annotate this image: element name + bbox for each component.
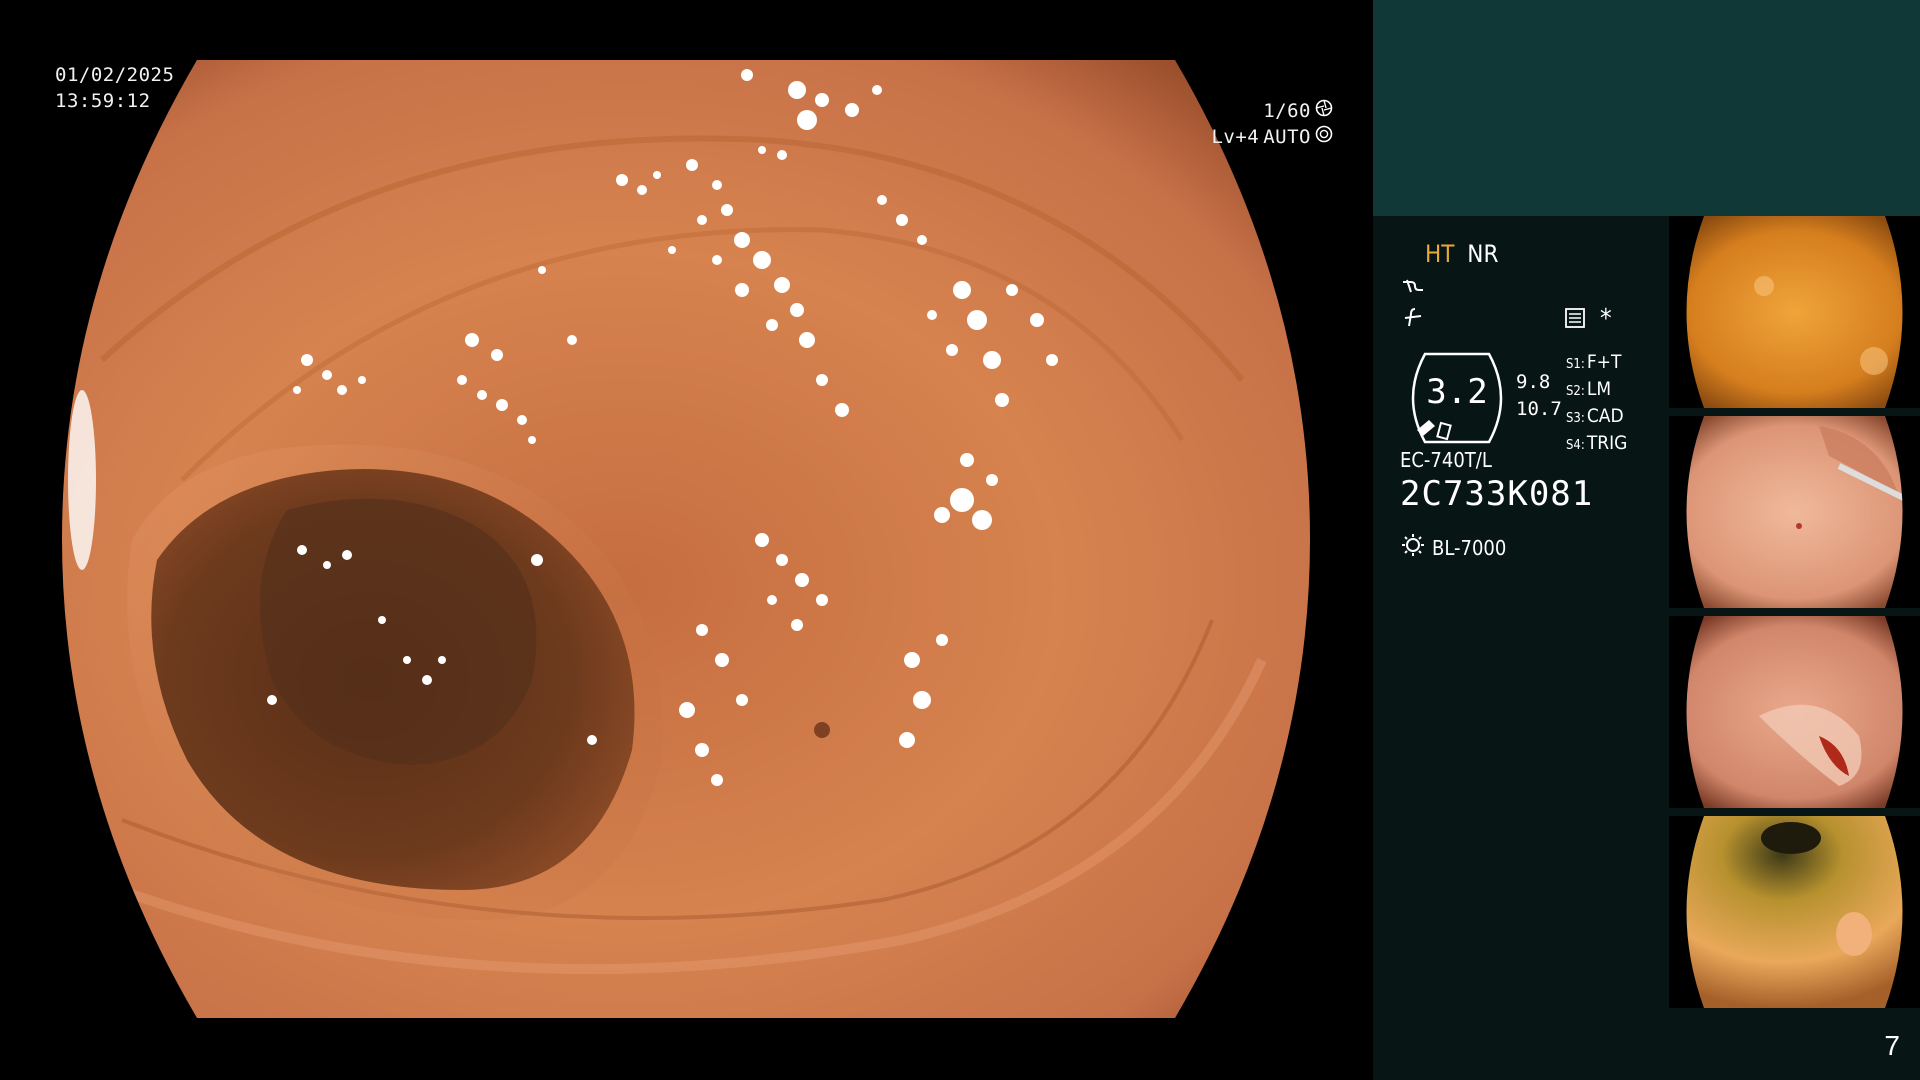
gauge-sub-value-1: 9.8 xyxy=(1516,371,1551,393)
gauge-sub-value-2: 10.7 xyxy=(1516,398,1562,420)
switch-row: S4: TRIG xyxy=(1566,432,1628,454)
time-text: 13:59:12 xyxy=(55,90,151,112)
switch-row: S3: CAD xyxy=(1566,405,1624,427)
auto-iris-icon xyxy=(1315,124,1333,150)
image-mode: HT NR xyxy=(1425,240,1498,268)
frame-number: 7 xyxy=(1884,1030,1900,1061)
info-panel: HT NR * 3.2 9.8 10.7 S1: F+T S2: LM S3: CAD… xyxy=(1373,0,1920,1080)
asterisk-indicator: * xyxy=(1600,304,1612,334)
endoscope-image xyxy=(62,60,1310,1018)
menu-icon xyxy=(1563,306,1587,334)
light-bulb-icon xyxy=(1400,532,1426,563)
f-icon xyxy=(1401,306,1427,332)
panel-header-area xyxy=(1373,0,1920,216)
scope-model: EC-740T/L xyxy=(1400,448,1492,472)
light-source-label: BL-7000 xyxy=(1432,535,1507,560)
thumbnail-4[interactable] xyxy=(1669,816,1920,1008)
date-text: 01/02/2025 xyxy=(55,64,175,86)
curve-icon xyxy=(1401,276,1427,302)
gauge-value: 3.2 xyxy=(1426,372,1488,412)
thumbnail-1[interactable] xyxy=(1669,216,1920,408)
shutter-text: 1/60 xyxy=(1263,100,1311,122)
level-text: Lv+4 xyxy=(1211,126,1260,148)
ht-label: HT xyxy=(1425,240,1455,268)
switch-row: S1: F+T xyxy=(1566,351,1622,373)
shutter-icon xyxy=(1315,98,1333,124)
scope-serial: 2C733K081 xyxy=(1400,474,1594,514)
thumbnail-2[interactable] xyxy=(1669,416,1920,608)
datetime-display: 01/02/2025 13:59:12 xyxy=(55,62,174,114)
switch-row: S2: LM xyxy=(1566,378,1612,400)
nr-label: NR xyxy=(1467,240,1499,268)
light-source: BL-7000 xyxy=(1400,532,1506,563)
switch-assignments: S1: F+T S2: LM S3: CAD S4: TRIG xyxy=(1566,350,1627,458)
endoscope-view-area: 01/02/2025 13:59:12 1/60 Lv+4 AUTO xyxy=(0,0,1373,1080)
mode-text: AUTO xyxy=(1263,126,1311,148)
exposure-display: 1/60 Lv+4 AUTO xyxy=(1211,98,1333,150)
settings-info: HT NR * 3.2 9.8 10.7 S1: F+T S2: LM S3: CAD… xyxy=(1373,216,1673,1080)
thumbnail-3[interactable] xyxy=(1669,616,1920,808)
